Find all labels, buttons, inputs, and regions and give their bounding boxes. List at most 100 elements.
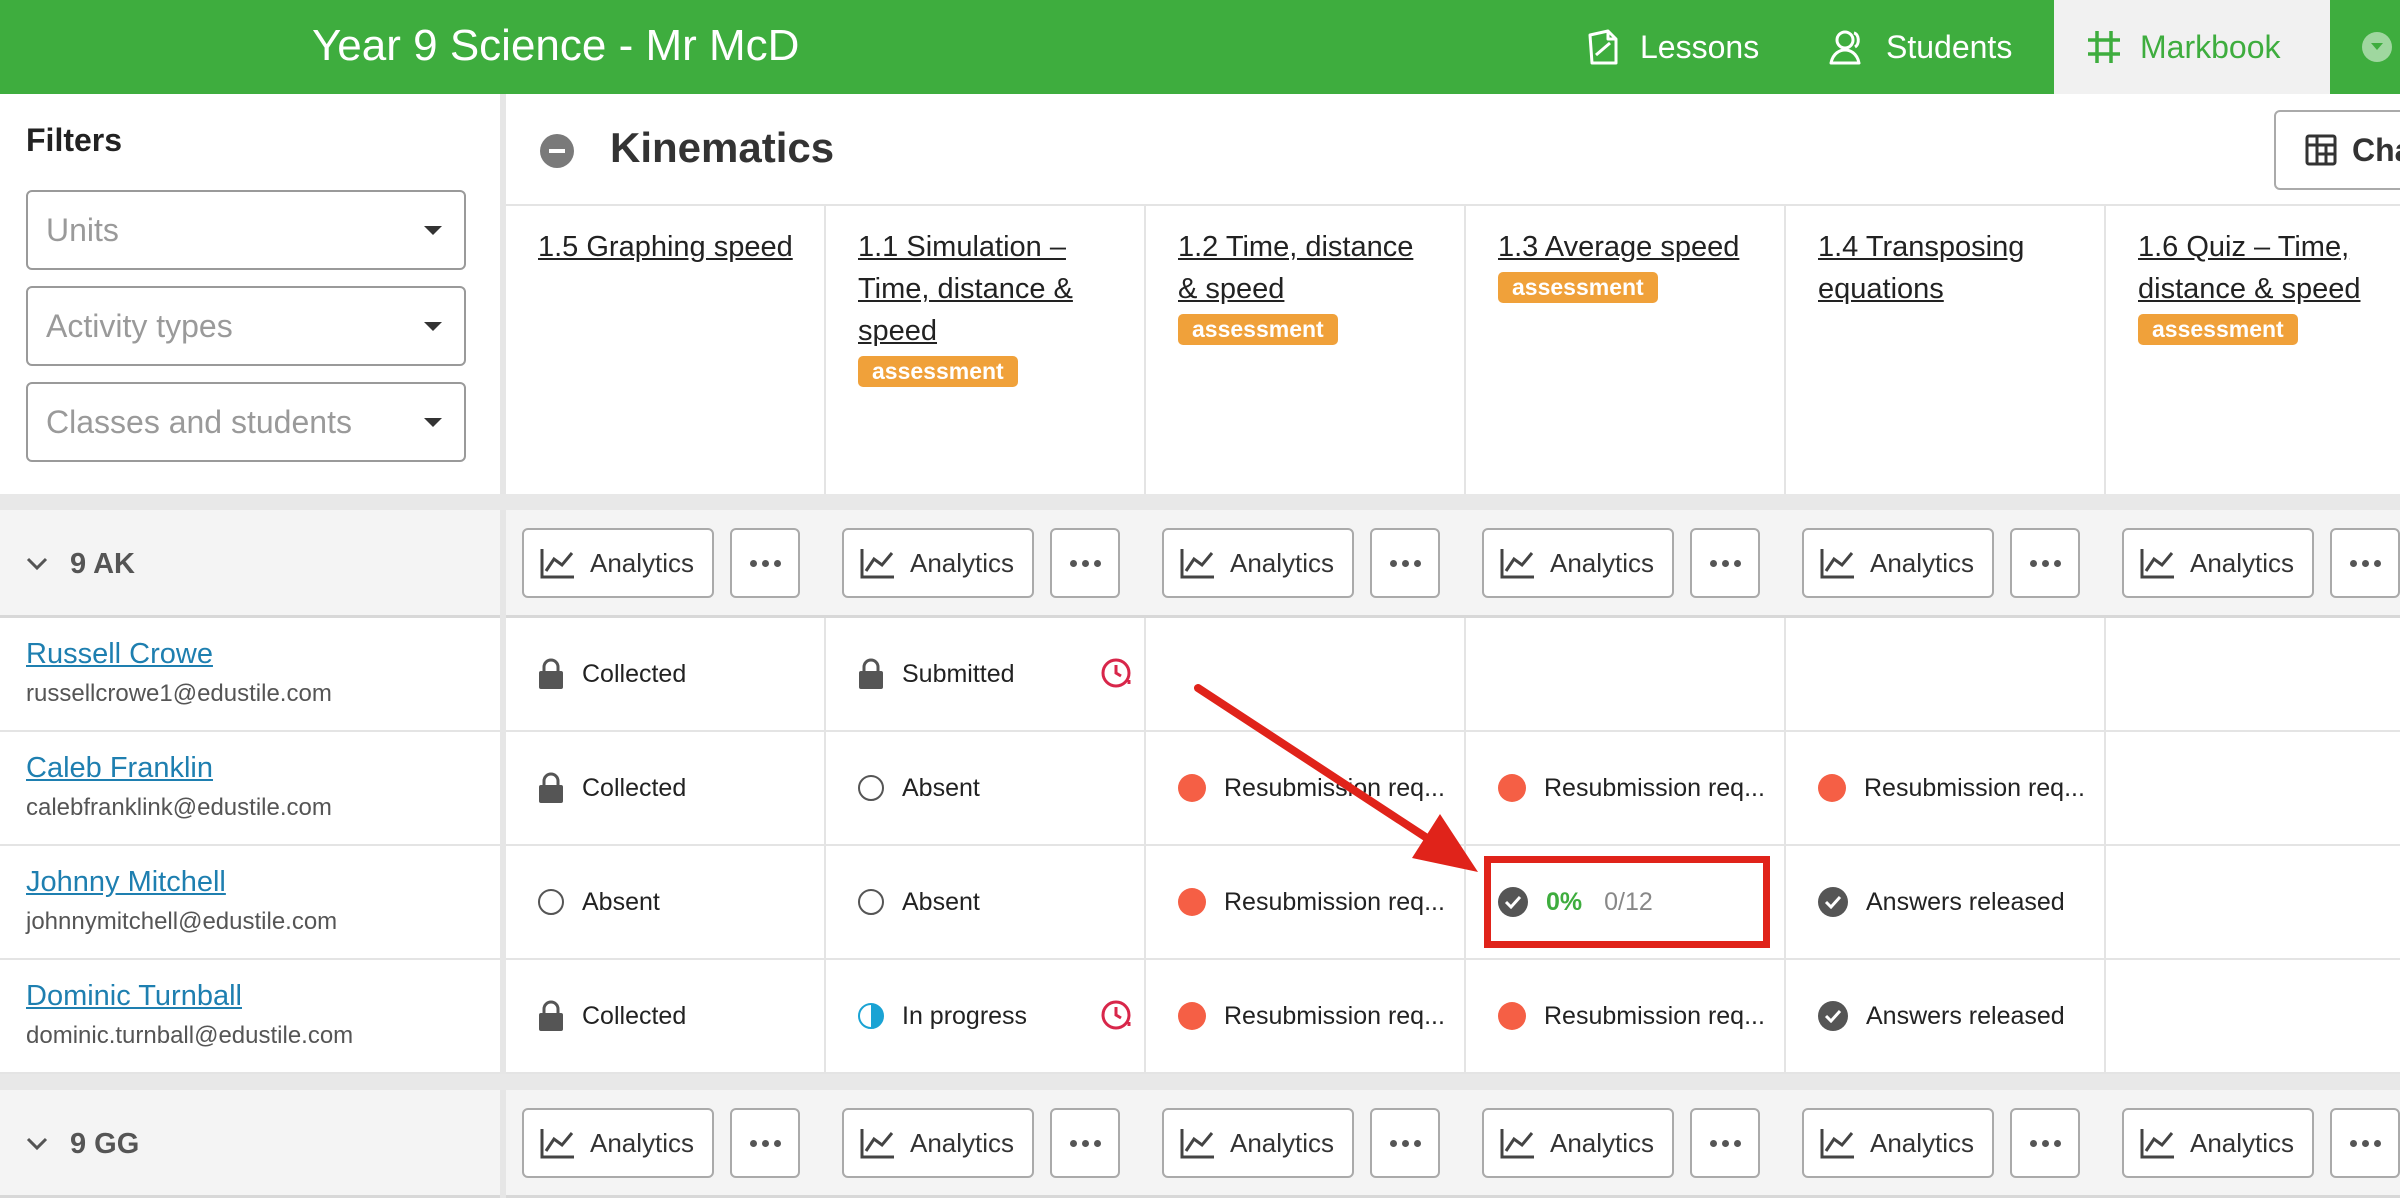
- units-select[interactable]: Units: [26, 190, 466, 270]
- student-name-link[interactable]: Russell Crowe: [26, 638, 213, 671]
- activity-link[interactable]: 1.3 Average speed: [1498, 226, 1760, 268]
- activity-link[interactable]: 1.1 Simulation – Time, distance & speed: [858, 226, 1120, 352]
- activity-header: 1.2 Time, distance & speed assessment: [1146, 204, 1466, 494]
- analytics-button[interactable]: Analytics: [522, 1108, 714, 1178]
- student-email: calebfranklink@edustile.com: [26, 794, 332, 821]
- unit-title: Kinematics: [610, 124, 835, 171]
- check-circle-icon: [1818, 1001, 1848, 1031]
- analytics-button[interactable]: Analytics: [1482, 1108, 1674, 1178]
- class-toggle[interactable]: 9 AK: [26, 510, 135, 618]
- class-name: 9 GG: [70, 1127, 140, 1160]
- student-email: russellcrowe1@edustile.com: [26, 680, 332, 707]
- activity-link[interactable]: 1.4 Transposing equations: [1818, 226, 2080, 310]
- status-cell[interactable]: Collected: [506, 618, 826, 730]
- collapse-unit-icon[interactable]: [540, 134, 574, 168]
- chevron-down-icon: [26, 1137, 48, 1151]
- more-options-button[interactable]: [1370, 1108, 1440, 1178]
- status-cell[interactable]: [1146, 618, 1466, 730]
- nav-lessons[interactable]: Lessons: [1586, 0, 1759, 94]
- student-name-link[interactable]: Johnny Mitchell: [26, 866, 226, 899]
- more-options-button[interactable]: [730, 1108, 800, 1178]
- ellipsis-icon: [2029, 1139, 2061, 1147]
- status-text: Answers released: [1866, 887, 2065, 916]
- status-cell[interactable]: [2106, 618, 2400, 730]
- status-cell[interactable]: Resubmission req...: [1146, 960, 1466, 1072]
- red-dot-icon: [1178, 774, 1206, 802]
- status-cell[interactable]: 0% 0/12: [1466, 846, 1786, 958]
- more-options-button[interactable]: [2010, 528, 2080, 598]
- status-cell[interactable]: [1466, 618, 1786, 730]
- activity-header: 1.6 Quiz – Time, distance & speed assess…: [2106, 204, 2400, 494]
- analytics-button[interactable]: Analytics: [842, 1108, 1034, 1178]
- change-columns-button[interactable]: Cha: [2274, 110, 2400, 190]
- status-cell[interactable]: Absent: [506, 846, 826, 958]
- activity-link[interactable]: 1.6 Quiz – Time, distance & speed: [2138, 226, 2400, 310]
- more-options-button[interactable]: [1690, 528, 1760, 598]
- more-options-button[interactable]: [1050, 528, 1120, 598]
- student-name-link[interactable]: Dominic Turnball: [26, 980, 242, 1013]
- line-chart-icon: [1180, 549, 1214, 579]
- analytics-button[interactable]: Analytics: [1162, 528, 1354, 598]
- analytics-button[interactable]: Analytics: [1802, 528, 1994, 598]
- caret-down-icon: [424, 418, 442, 427]
- status-text: Resubmission req...: [1224, 887, 1445, 916]
- status-cell[interactable]: Resubmission req...: [1466, 732, 1786, 844]
- analytics-button[interactable]: Analytics: [522, 528, 714, 598]
- analytics-button[interactable]: Analytics: [1162, 1108, 1354, 1178]
- ellipsis-icon: [1389, 559, 1421, 567]
- status-cell[interactable]: Submitted: [826, 618, 1146, 730]
- status-cell[interactable]: In progress: [826, 960, 1146, 1072]
- analytics-label: Analytics: [910, 1127, 1015, 1158]
- activity-link[interactable]: 1.2 Time, distance & speed: [1178, 226, 1440, 310]
- activity-types-select[interactable]: Activity types: [26, 286, 466, 366]
- student-name-link[interactable]: Caleb Franklin: [26, 752, 213, 785]
- classes-placeholder: Classes and students: [46, 403, 352, 440]
- status-cell[interactable]: Resubmission req...: [1146, 732, 1466, 844]
- red-dot-icon: [1178, 1002, 1206, 1030]
- class-row-9gg: 9 GG Analytics Analytics Analytics Analy…: [0, 1090, 2400, 1198]
- analytics-button[interactable]: Analytics: [2122, 1108, 2314, 1178]
- status-cell[interactable]: Answers released: [1786, 846, 2106, 958]
- more-options-button[interactable]: [2330, 528, 2400, 598]
- status-cell[interactable]: Collected: [506, 732, 826, 844]
- status-cell[interactable]: Resubmission req...: [1466, 960, 1786, 1072]
- nav-students[interactable]: Students: [1828, 0, 2012, 94]
- line-chart-icon: [540, 1129, 574, 1159]
- status-cell[interactable]: [2106, 960, 2400, 1072]
- late-clock-icon: [1101, 658, 1131, 688]
- status-cell[interactable]: Collected: [506, 960, 826, 1072]
- analytics-button[interactable]: Analytics: [1482, 528, 1674, 598]
- analytics-button[interactable]: Analytics: [2122, 528, 2314, 598]
- class-toggle[interactable]: 9 GG: [26, 1090, 139, 1198]
- status-cell[interactable]: Resubmission req...: [1786, 732, 2106, 844]
- more-options-button[interactable]: [1050, 1108, 1120, 1178]
- nav-markbook[interactable]: Markbook: [2054, 0, 2330, 94]
- classes-students-select[interactable]: Classes and students: [26, 382, 466, 462]
- status-cell[interactable]: Absent: [826, 846, 1146, 958]
- assessment-badge: assessment: [2138, 314, 2298, 345]
- status-cell[interactable]: [2106, 846, 2400, 958]
- status-cell[interactable]: [1786, 618, 2106, 730]
- analytics-label: Analytics: [2190, 1127, 2295, 1158]
- status-cell[interactable]: Answers released: [1786, 960, 2106, 1072]
- more-options-button[interactable]: [2010, 1108, 2080, 1178]
- status-text: Answers released: [1866, 1001, 2065, 1030]
- account-dropdown[interactable]: [2330, 0, 2400, 94]
- ellipsis-icon: [1709, 559, 1741, 567]
- more-options-button[interactable]: [2330, 1108, 2400, 1178]
- analytics-label: Analytics: [1230, 1127, 1335, 1158]
- status-cell[interactable]: Absent: [826, 732, 1146, 844]
- activity-link[interactable]: 1.5 Graphing speed: [538, 226, 800, 268]
- ellipsis-icon: [2349, 559, 2381, 567]
- more-options-button[interactable]: [1690, 1108, 1760, 1178]
- status-cell[interactable]: [2106, 732, 2400, 844]
- analytics-button[interactable]: Analytics: [842, 528, 1034, 598]
- line-chart-icon: [540, 549, 574, 579]
- analytics-button[interactable]: Analytics: [1802, 1108, 1994, 1178]
- ellipsis-icon: [749, 1139, 781, 1147]
- status-cell[interactable]: Resubmission req...: [1146, 846, 1466, 958]
- more-options-button[interactable]: [730, 528, 800, 598]
- class-name: 9 AK: [70, 547, 135, 580]
- line-chart-icon: [2140, 1129, 2174, 1159]
- more-options-button[interactable]: [1370, 528, 1440, 598]
